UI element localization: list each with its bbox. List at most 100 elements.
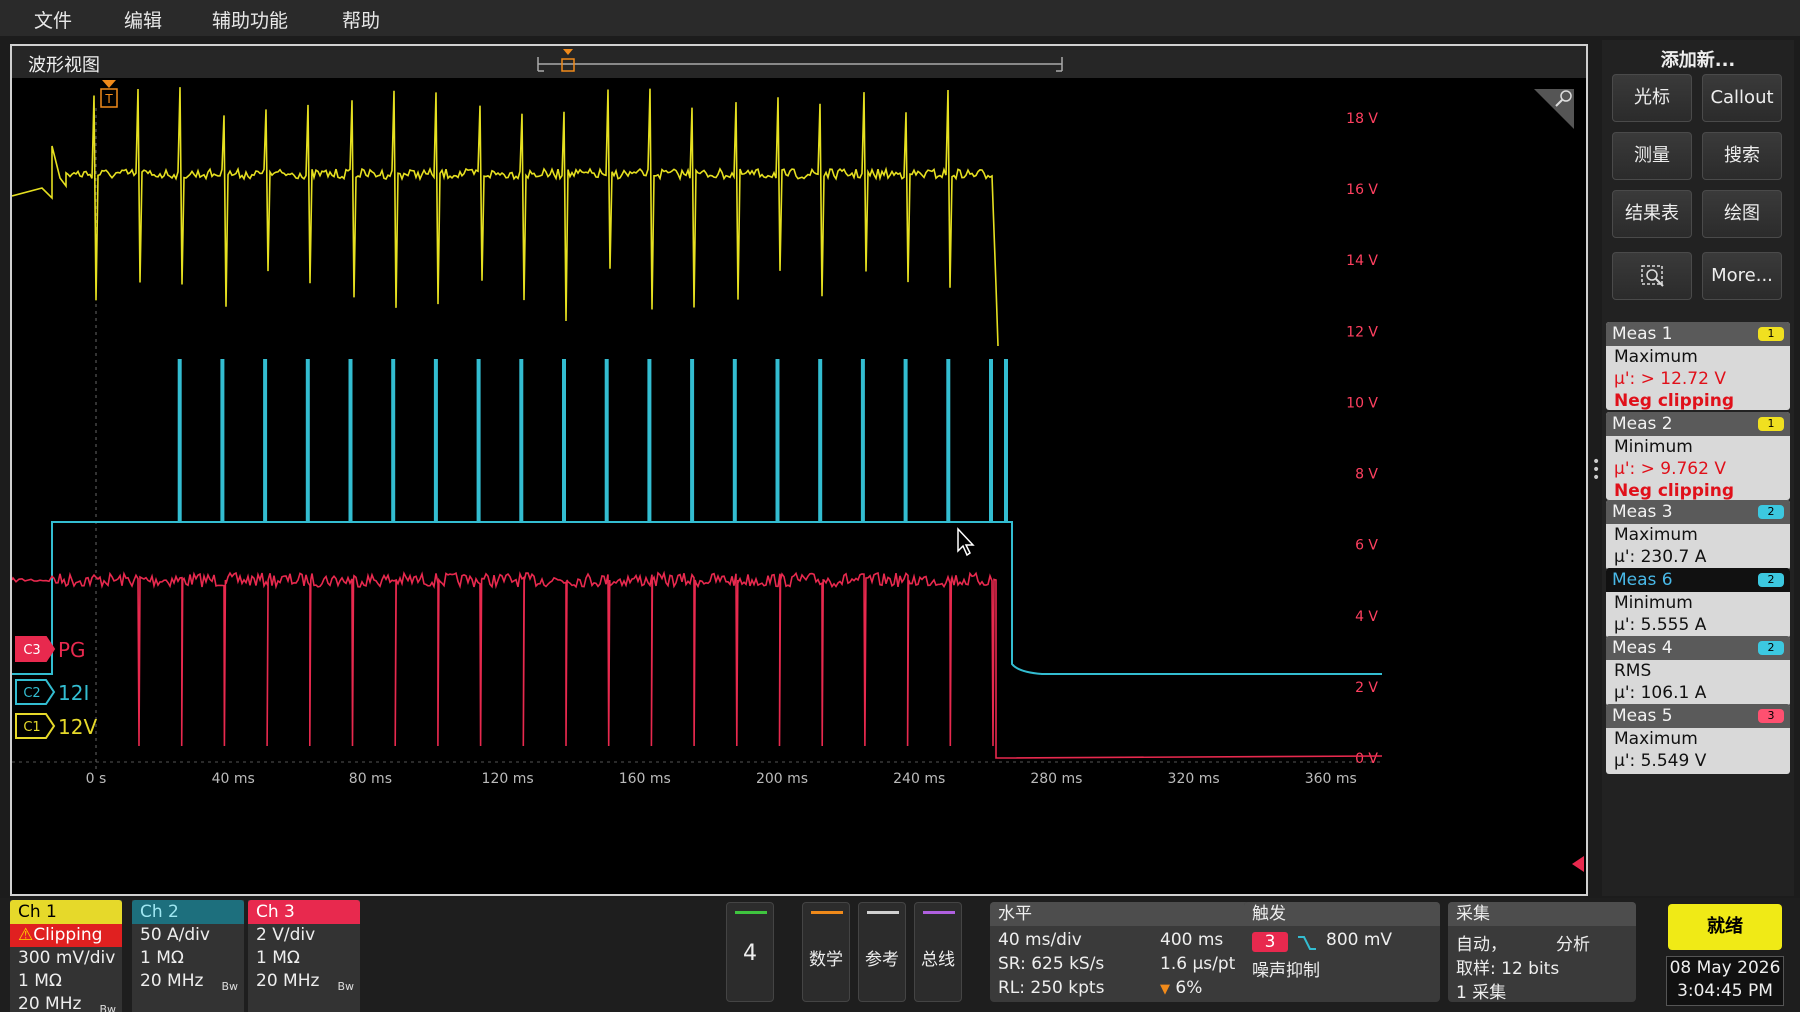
y-tick-label: 4 V (1355, 609, 1378, 625)
warning-icon: ⚠ (18, 925, 34, 945)
channel-3-badge[interactable]: Ch 3 2 V/div 1 MΩ 20 MHz Bw (248, 900, 360, 1012)
horizontal-scale: 40 ms/div (998, 930, 1082, 950)
y-axis-labels: 18 V 16 V 14 V 12 V 10 V 8 V 6 V 4 V 2 V 0 V (1346, 111, 1378, 767)
noise-reject: 噪声抑制 (1252, 961, 1320, 981)
channel-2-scale: 50 A/div (140, 925, 210, 945)
channel-3-name: Ch 3 (248, 900, 360, 924)
measurement-value: µ': 230.7 A (1614, 547, 1707, 567)
results-table-button[interactable]: 结果表 (1612, 190, 1692, 238)
trigger-title: 触发 (1244, 902, 1440, 926)
record-overview-bar[interactable] (537, 49, 1063, 72)
measurement-warning: Neg clipping (1614, 481, 1735, 500)
y-tick-label: 18 V (1346, 111, 1378, 127)
menu-help[interactable]: 帮助 (342, 6, 380, 33)
bus-button[interactable]: 总线 (914, 902, 962, 1002)
channel-1-scale: 300 mV/div (18, 948, 116, 968)
svg-text:C2: C2 (23, 686, 40, 701)
x-axis-labels: 0 s 40 ms 80 ms 120 ms 160 ms 200 ms 240 ms 280… (86, 771, 1357, 787)
trigger-level-arrow[interactable] (1572, 856, 1584, 872)
search-button[interactable]: 搜索 (1702, 132, 1782, 180)
measurement-type: Maximum (1614, 729, 1698, 749)
channel-label-c3: C3 PG (15, 636, 86, 662)
trigger-level: 800 mV (1326, 930, 1393, 950)
zoom-select-button[interactable] (1612, 252, 1692, 300)
menu-edit[interactable]: 编辑 (124, 6, 162, 33)
svg-text:12V: 12V (58, 715, 97, 739)
measurement-card[interactable]: Meas 5 3 Maximum µ': 5.549 V (1606, 704, 1790, 774)
x-tick-label: 360 ms (1305, 771, 1357, 787)
zoom-icon[interactable] (1534, 89, 1574, 129)
y-tick-label: 0 V (1355, 751, 1378, 767)
waveform-view[interactable]: 波形视图 T 18 V 16 V 14 V 12 V 10 V8 V6 V4 V2 V0… (10, 44, 1588, 896)
channel-2-name: Ch 2 (132, 900, 244, 924)
ref-button[interactable]: 参考 (858, 902, 906, 1002)
menu-bar: 文件 编辑 辅助功能 帮助 (0, 0, 1800, 36)
acquisition-mode: 自动， (1456, 935, 1507, 955)
ref-label: 参考 (865, 950, 899, 970)
time-resolution: 1.6 µs/pt (1160, 954, 1236, 974)
plot-button[interactable]: 绘图 (1702, 190, 1782, 238)
channel-2-badge[interactable]: Ch 2 50 A/div 1 MΩ 20 MHz Bw (132, 900, 244, 1012)
measurement-card[interactable]: Meas 1 1 Maximum µ': > 12.72 V Neg clipping (1606, 322, 1790, 410)
channel-1-badge[interactable]: Ch 1 ⚠Clipping 300 mV/div 1 MΩ 20 MHz Bw (10, 900, 122, 1012)
channel-2-bandwidth: 20 MHz Bw (132, 970, 244, 993)
date-time-display: 08 May 2026 3:04:45 PM (1666, 956, 1784, 1006)
channel-2-impedance: 1 MΩ (140, 948, 184, 968)
zoom-select-icon (1641, 265, 1664, 287)
measurement-type: RMS (1614, 661, 1652, 681)
y-tick-label: 8 V (1355, 467, 1378, 483)
horizontal-settings[interactable]: 水平 40 ms/div 400 ms SR: 625 kS/s 1.6 µs/… (990, 902, 1272, 1002)
graticule (12, 108, 1382, 770)
horizontal-title: 水平 (990, 902, 1272, 926)
callout-button[interactable]: Callout (1702, 74, 1782, 122)
more-button[interactable]: More... (1702, 252, 1782, 300)
run-stop-status-button[interactable]: 就绪 (1668, 904, 1782, 950)
right-side-panel: 添加新... 光标 Callout 测量 搜索 结果表 绘图 More... M… (1602, 40, 1794, 896)
add-channel-button[interactable]: 4 (726, 902, 774, 1002)
record-length: RL: 250 kpts (998, 978, 1105, 998)
menu-utility[interactable]: 辅助功能 (212, 6, 288, 33)
measurement-card[interactable]: Meas 4 2 RMS µ': 106.1 A (1606, 636, 1790, 706)
panel-resize-handle[interactable]: • • • (1592, 455, 1600, 485)
acquisition-settings[interactable]: 采集 自动， 分析 取样: 12 bits 1 采集 (1448, 902, 1636, 1003)
measurement-value: µ': > 9.762 V (1614, 459, 1726, 479)
channel-3-scale: 2 V/div (256, 925, 316, 945)
y-tick-label: 2 V (1355, 680, 1378, 696)
measurement-type: Minimum (1614, 437, 1693, 457)
acquisition-analysis: 分析 (1556, 935, 1590, 955)
measurement-source-badge: 2 (1758, 505, 1784, 519)
menu-file[interactable]: 文件 (34, 6, 72, 33)
trigger-settings[interactable]: 触发 3 800 mV 噪声抑制 (1244, 902, 1440, 1002)
measurement-card[interactable]: Meas 3 2 Maximum µ': 230.7 A (1606, 500, 1790, 570)
measure-button[interactable]: 测量 (1612, 132, 1692, 180)
math-button[interactable]: 数学 (802, 902, 850, 1002)
trace-ch3 (12, 570, 1383, 759)
acquisition-bits: 取样: 12 bits (1456, 959, 1560, 979)
sample-rate: SR: 625 kS/s (998, 954, 1105, 974)
bus-label: 总线 (921, 950, 955, 970)
bandwidth-limit-icon: Bw (221, 980, 238, 993)
measurement-card[interactable]: Meas 2 1 Minimum µ': > 9.762 V Neg clipping (1606, 412, 1790, 500)
trigger-source: 3 (1252, 932, 1288, 952)
trigger-position-marker[interactable]: T (100, 80, 118, 108)
y-tick-label: 16 V (1346, 182, 1378, 198)
add-new-label: 添加新... (1660, 50, 1736, 71)
waveform-plot[interactable]: T 18 V 16 V 14 V 12 V 10 V 8 V 6 V 4 V 2 V 0 V 0 … (12, 46, 1590, 898)
channel-1-clipping: ⚠Clipping (10, 924, 122, 947)
measurement-source-badge: 1 (1758, 417, 1784, 431)
y-tick-label: 10 V (1346, 395, 1378, 411)
channel-3-impedance: 1 MΩ (256, 948, 300, 968)
measurement-source-badge: 3 (1758, 709, 1784, 723)
channel-1-bandwidth: 20 MHz Bw (10, 993, 122, 1012)
measurement-card[interactable]: Meas 6 2 Minimum µ': 5.555 A (1606, 568, 1790, 638)
cursor-button[interactable]: 光标 (1612, 74, 1692, 122)
svg-text:12I: 12I (58, 681, 89, 705)
y-tick-label: 12 V (1346, 324, 1378, 340)
channel-3-bandwidth: 20 MHz Bw (248, 970, 360, 993)
x-tick-label: 0 s (86, 771, 107, 787)
svg-text:C3: C3 (23, 643, 40, 658)
channel-1-impedance: 1 MΩ (18, 971, 62, 991)
measurement-type: Maximum (1614, 347, 1698, 367)
bandwidth-limit-icon: Bw (337, 980, 354, 993)
svg-text:C1: C1 (23, 720, 40, 735)
